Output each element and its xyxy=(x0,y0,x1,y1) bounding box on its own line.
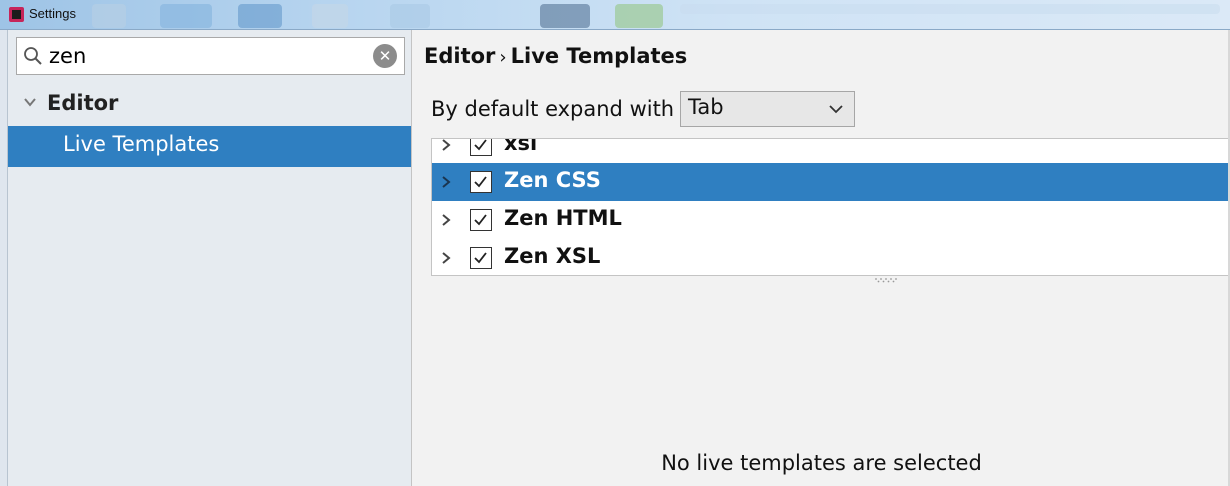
expand-with-value: Tab xyxy=(688,95,724,119)
checkbox-checked-icon[interactable] xyxy=(470,209,492,231)
breadcrumb: Editor › Live Templates xyxy=(424,44,687,68)
clear-icon[interactable]: ✕ xyxy=(373,44,397,68)
app-icon xyxy=(9,7,24,22)
search-icon xyxy=(24,47,42,65)
sidebar-item-live-templates[interactable]: Live Templates xyxy=(8,126,411,167)
sidebar-item-label: Editor xyxy=(47,91,119,115)
settings-sidebar: ✕ Editor Live Templates xyxy=(8,30,412,486)
breadcrumb-parent: Editor xyxy=(424,44,496,68)
breadcrumb-separator: › xyxy=(499,47,507,68)
search-input[interactable] xyxy=(49,42,359,70)
sidebar-item-label: Live Templates xyxy=(63,132,220,156)
sidebar-item-editor[interactable]: Editor xyxy=(8,86,412,124)
title-bar: Settings xyxy=(0,0,1230,30)
expand-with-label: By default expand with xyxy=(431,97,675,121)
expand-with-dropdown[interactable]: Tab xyxy=(680,91,855,127)
template-group-row[interactable]: Zen XSL xyxy=(432,239,1229,275)
window-title: Settings xyxy=(29,6,76,21)
background-window-blur xyxy=(312,4,348,28)
template-group-label: xsl xyxy=(504,138,538,155)
settings-search-box[interactable]: ✕ xyxy=(16,37,405,75)
background-window-blur xyxy=(680,4,1220,14)
window-left-edge xyxy=(0,30,8,486)
background-window-blur xyxy=(92,4,126,28)
template-group-label: Zen XSL xyxy=(504,244,601,268)
background-window-blur xyxy=(390,4,430,28)
background-window-blur xyxy=(615,4,663,28)
template-group-label: Zen HTML xyxy=(504,206,622,230)
chevron-down-icon[interactable] xyxy=(22,94,38,110)
chevron-right-icon[interactable] xyxy=(440,251,452,265)
template-groups-tree[interactable]: xsl Zen CSS Zen HTML Zen XSL xyxy=(431,138,1230,276)
empty-selection-message: No live templates are selected xyxy=(661,451,982,475)
template-group-row[interactable]: Zen CSS xyxy=(432,163,1229,201)
chevron-right-icon[interactable] xyxy=(440,138,452,152)
live-templates-panel: Editor › Live Templates By default expand … xyxy=(413,30,1230,486)
template-group-label: Zen CSS xyxy=(504,168,601,192)
splitter-handle[interactable] xyxy=(873,277,899,283)
template-group-row[interactable]: Zen HTML xyxy=(432,201,1229,239)
checkbox-checked-icon[interactable] xyxy=(470,139,492,156)
chevron-down-icon xyxy=(829,105,843,114)
background-window-blur xyxy=(540,4,590,28)
chevron-right-icon[interactable] xyxy=(440,175,452,189)
chevron-right-icon[interactable] xyxy=(440,213,452,227)
background-window-blur xyxy=(160,4,212,28)
background-window-blur xyxy=(238,4,282,28)
template-group-row[interactable]: xsl xyxy=(432,138,1229,164)
checkbox-checked-icon[interactable] xyxy=(470,171,492,193)
checkbox-checked-icon[interactable] xyxy=(470,247,492,269)
breadcrumb-current: Live Templates xyxy=(510,44,688,68)
